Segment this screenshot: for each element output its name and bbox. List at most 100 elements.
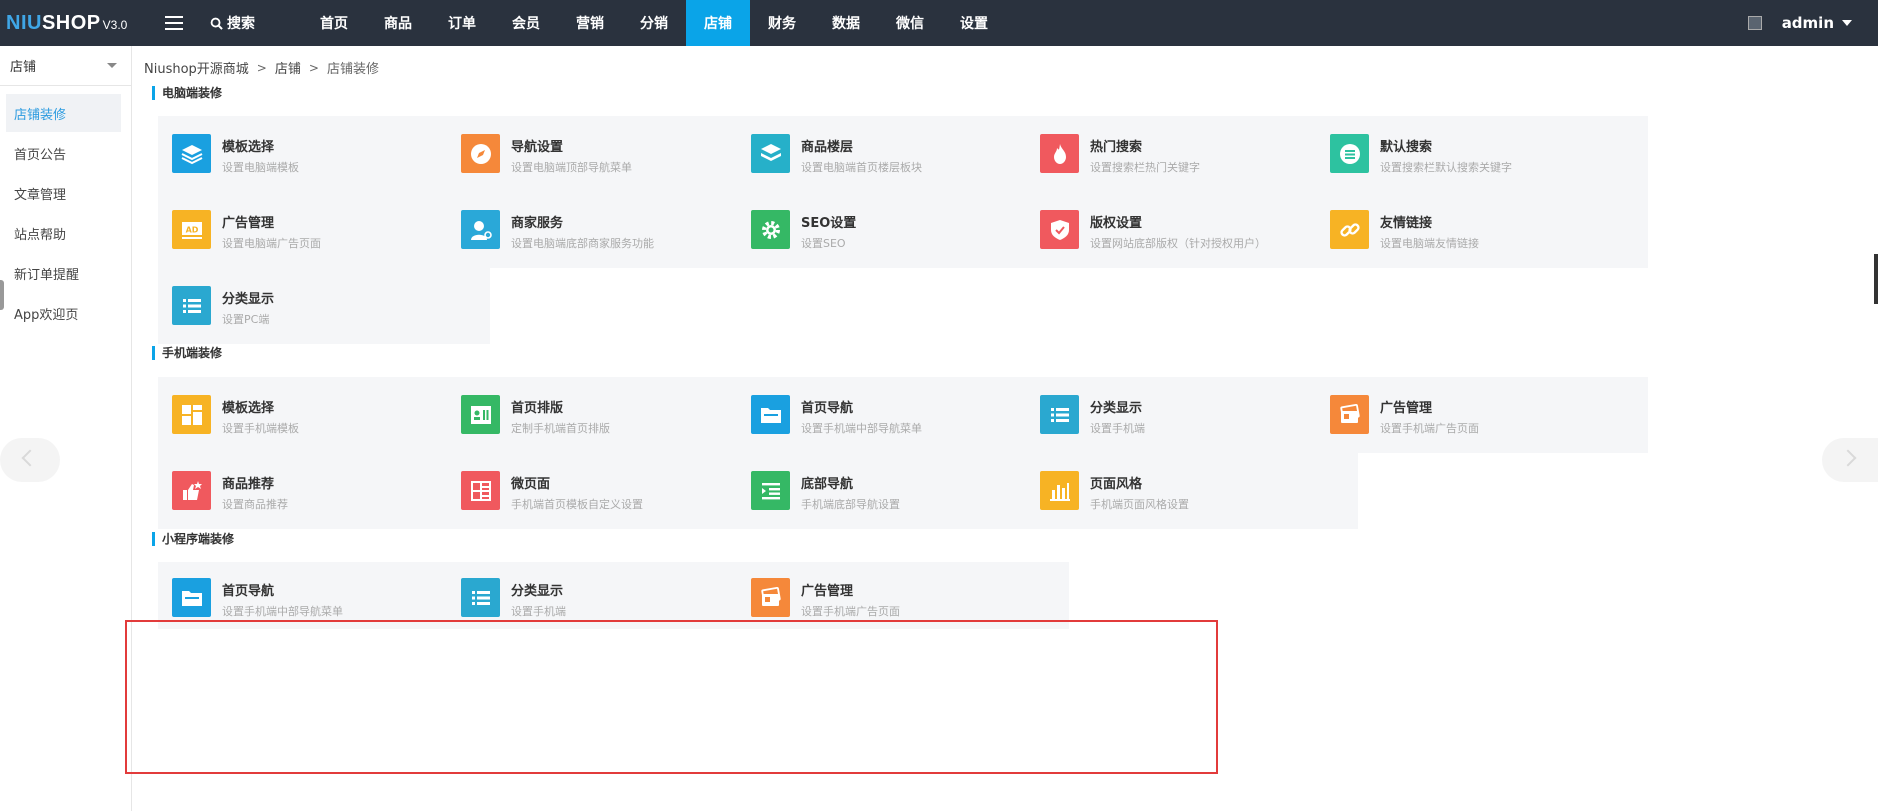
card-1-3[interactable]: 分类显示 设置手机端 <box>1026 377 1358 453</box>
nav-item-9[interactable]: 微信 <box>878 0 942 46</box>
card-title: 分类显示 <box>511 584 564 599</box>
nav-item-5[interactable]: 分销 <box>622 0 686 46</box>
card-description: 设置手机端广告页面 <box>801 605 900 618</box>
card-title: 页面风格 <box>1090 477 1143 492</box>
bar-chart-icon <box>1040 471 1079 510</box>
card-1-5[interactable]: 商品推荐 设置商品推荐 <box>158 453 490 529</box>
card-title: 广告管理 <box>1380 401 1433 416</box>
sidebar-item-0[interactable]: 店铺装修 <box>6 94 121 132</box>
compass-icon <box>461 134 500 173</box>
card-description: 设置搜索栏默认搜索关键字 <box>1380 161 1512 174</box>
prev-arrow-button[interactable] <box>0 438 60 482</box>
sidebar-item-3[interactable]: 站点帮助 <box>6 214 121 252</box>
card-0-7[interactable]: SEO设置 设置SEO <box>737 192 1069 268</box>
shield-icon <box>1040 210 1079 249</box>
nav-item-4[interactable]: 营销 <box>558 0 622 46</box>
card-title: 友情链接 <box>1380 216 1433 231</box>
card-2-2[interactable]: 广告管理 设置手机端广告页面 <box>737 562 1069 629</box>
chevron-right-icon: > <box>308 60 319 75</box>
card-title: 微页面 <box>511 477 551 492</box>
sidebar-item-2[interactable]: 文章管理 <box>6 174 121 212</box>
card-1-2[interactable]: 首页导航 设置手机端中部导航菜单 <box>737 377 1069 453</box>
indent-icon <box>751 471 790 510</box>
card-0-9[interactable]: 友情链接设置电脑端友情链接 <box>1316 192 1648 268</box>
nav-item-10[interactable]: 设置 <box>942 0 1006 46</box>
version-label: V3.0 <box>102 17 128 32</box>
card-0-5[interactable]: AD 广告管理 设置电脑端广告页面 <box>158 192 490 268</box>
card-0-6[interactable]: 商家服务设置电脑端底部商家服务功能 <box>447 192 779 268</box>
card-title: 默认搜索 <box>1380 140 1433 155</box>
section-title-2: 小程序端装修 <box>152 532 234 546</box>
card-0-1[interactable]: 导航设置设置电脑端顶部导航菜单 <box>447 116 779 192</box>
left-edge-tab[interactable] <box>0 280 4 310</box>
nav-item-1[interactable]: 商品 <box>366 0 430 46</box>
card-description: 设置手机端 <box>511 605 566 618</box>
breadcrumb-item-2: 店铺装修 <box>326 62 379 77</box>
card-0-3[interactable]: 热门搜索 设置搜索栏热门关键字 <box>1026 116 1358 192</box>
nav-item-3[interactable]: 会员 <box>494 0 558 46</box>
card-description: 设置电脑端顶部导航菜单 <box>511 161 632 174</box>
card-0-2[interactable]: 商品楼层 设置电脑端首页楼层板块 <box>737 116 1069 192</box>
card-1-8[interactable]: 页面风格 手机端页面风格设置 <box>1026 453 1358 529</box>
card-2-0[interactable]: 首页导航 设置手机端中部导航菜单 <box>158 562 490 629</box>
list-icon <box>1040 395 1079 434</box>
caret-down-icon <box>1842 20 1852 26</box>
breadcrumb-item-0[interactable]: Niushop开源商城 <box>144 58 249 77</box>
card-description: 设置电脑端友情链接 <box>1380 237 1479 250</box>
card-description: 设置SEO <box>801 237 846 250</box>
card-description: 设置手机端中部导航菜单 <box>222 605 343 618</box>
sidebar-item-4[interactable]: 新订单提醒 <box>6 254 121 292</box>
nav-item-0[interactable]: 首页 <box>302 0 366 46</box>
nav-item-6[interactable]: 店铺 <box>686 0 750 46</box>
card-1-6[interactable]: 微页面手机端首页模板自定义设置 <box>447 453 779 529</box>
breadcrumb-item-1[interactable]: 店铺 <box>275 58 301 77</box>
logo-text-shop: SHOP <box>41 11 101 34</box>
link-icon <box>1330 210 1369 249</box>
section-title-0: 电脑端装修 <box>152 86 222 100</box>
card-1-1[interactable]: 首页排版定制手机端首页排版 <box>447 377 779 453</box>
card-description: 定制手机端首页排版 <box>511 422 610 435</box>
card-title: 商品推荐 <box>222 477 275 492</box>
username: admin <box>1781 14 1834 32</box>
card-title: 分类显示 <box>222 292 275 307</box>
id-card-icon <box>461 395 500 434</box>
card-1-0[interactable]: 模板选择 设置手机端模板 <box>158 377 490 453</box>
card-0-8[interactable]: 版权设置 设置网站底部版权（针对授权用户） <box>1026 192 1358 268</box>
list-icon <box>461 578 500 617</box>
card-0-4[interactable]: 默认搜索设置搜索栏默认搜索关键字 <box>1316 116 1648 192</box>
nav-item-7[interactable]: 财务 <box>750 0 814 46</box>
nav-item-8[interactable]: 数据 <box>814 0 878 46</box>
triangle-down-icon <box>107 63 117 68</box>
user-menu[interactable]: admin <box>1747 0 1852 46</box>
sidebar-list: 店铺装修 首页公告 文章管理 站点帮助 新订单提醒 App欢迎页 <box>0 86 131 332</box>
highlight-box <box>125 620 1218 774</box>
ad-icon: AD <box>172 210 211 249</box>
card-2-1[interactable]: 分类显示 设置手机端 <box>447 562 779 629</box>
nav-item-2[interactable]: 订单 <box>430 0 494 46</box>
breadcrumb: Niushop开源商城 > 店铺 > 店铺装修 <box>144 58 379 78</box>
hamburger-icon <box>165 16 183 30</box>
card-description: 手机端底部导航设置 <box>801 498 900 511</box>
sidebar-item-5[interactable]: App欢迎页 <box>6 294 121 332</box>
thumbs-up-icon <box>172 471 211 510</box>
card-description: 手机端首页模板自定义设置 <box>511 498 643 511</box>
card-title: 导航设置 <box>511 140 564 155</box>
card-0-10[interactable]: 分类显示设置PC端 <box>158 268 490 344</box>
card-1-7[interactable]: 底部导航 手机端底部导航设置 <box>737 453 1069 529</box>
logo[interactable]: NIUSHOP V3.0 <box>0 12 140 35</box>
search-button[interactable]: 搜索 <box>210 13 290 33</box>
card-description: 设置电脑端底部商家服务功能 <box>511 237 654 250</box>
card-title: 首页排版 <box>511 401 564 416</box>
sidebar: 店铺 店铺装修 首页公告 文章管理 站点帮助 新订单提醒 App欢迎页 <box>0 46 132 811</box>
card-title: 模板选择 <box>222 401 275 416</box>
card-1-4[interactable]: 广告管理 设置手机端广告页面 <box>1316 377 1648 453</box>
card-description: 设置电脑端首页楼层板块 <box>801 161 922 174</box>
gear-icon <box>751 210 790 249</box>
card-description: 设置PC端 <box>222 313 270 326</box>
card-0-0[interactable]: 模板选择 设置电脑端模板 <box>158 116 490 192</box>
sidebar-selector[interactable]: 店铺 <box>0 46 131 86</box>
card-title: 模板选择 <box>222 140 275 155</box>
menu-toggle-button[interactable] <box>152 0 196 46</box>
sidebar-item-1[interactable]: 首页公告 <box>6 134 121 172</box>
card-title: 商家服务 <box>511 216 564 231</box>
